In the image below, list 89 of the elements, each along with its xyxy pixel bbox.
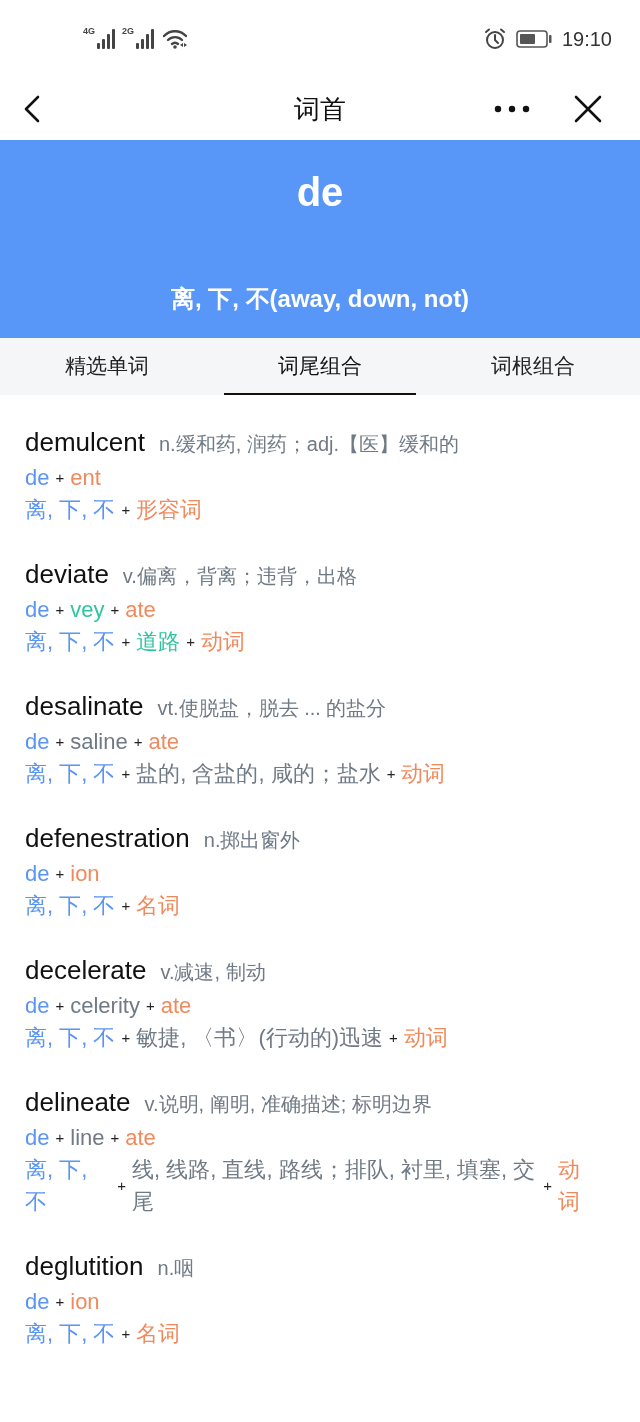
prefix-text: de [25,1288,50,1316]
plus-sign: + [55,996,65,1016]
entry-word: desalinate [25,690,144,723]
prefix-text: de [25,464,50,492]
plus-sign: + [110,1128,120,1148]
entry-word: decelerate [25,954,147,987]
plus-sign: + [55,1292,65,1312]
tab[interactable]: 词尾组合 [224,338,416,395]
entry-word: delineate [25,1086,131,1119]
suffix-meaning: 动词 [401,760,446,788]
word-meaning: 线, 线路, 直线, 路线；排队, 衬里, 填塞, 交尾 [131,1156,537,1216]
entry-word: deviate [25,558,109,591]
entry-definition: n.缓和药, 润药；adj.【医】缓和的 [158,432,459,457]
plus-sign: + [121,764,131,784]
prefix-text: de [25,728,50,756]
plus-sign: + [389,1028,398,1048]
tab[interactable]: 词根组合 [437,338,629,395]
more-icon[interactable] [494,105,530,113]
plus-sign: + [55,1128,65,1148]
prefix-text: de [25,596,50,624]
prefix-meaning: 离, 下, 不 [25,1320,116,1348]
plus-sign: + [121,632,131,652]
plus-sign: + [55,864,65,884]
network-type-label: 2G [122,26,135,36]
entry-definition: n.咽 [157,1256,195,1281]
word-part-text: line [70,1124,105,1152]
suffix-meaning: 形容词 [136,496,203,524]
prefix-meaning: 离, 下, 不 [25,1024,116,1052]
entry-definition: n.掷出窗外 [203,828,301,853]
suffix-text: ent [70,464,101,492]
root-text: vey [70,596,105,624]
root-meaning: 道路 [136,628,181,656]
plus-sign: + [121,1324,131,1344]
prefix-text: de [25,1124,50,1152]
word-part-text: celerity [70,992,140,1020]
prefix-meaning: 离, 下, 不 [25,1156,89,1216]
entry-word: demulcent [25,426,145,459]
back-icon[interactable] [24,95,40,123]
suffix-meaning: 名词 [136,892,181,920]
plus-sign: + [133,732,143,752]
alarm-icon [483,28,506,50]
plus-sign: + [121,896,131,916]
close-icon[interactable] [574,95,602,123]
suffix-text: ate [125,596,156,624]
entry-word: deglutition [25,1250,144,1283]
signal-icon [96,29,116,49]
suffix-text: ate [125,1124,156,1152]
plus-sign: + [110,600,120,620]
suffix-meaning: 动词 [201,628,245,656]
entry-word: defenestration [25,822,190,855]
word-part-text: saline [70,728,128,756]
suffix-meaning: 动词 [558,1156,582,1216]
plus-sign: + [121,1028,131,1048]
plus-sign: + [55,732,65,752]
word-meaning: 盐的, 含盐的, 咸的；盐水 [136,760,381,788]
plus-sign: + [145,996,155,1016]
root-title: de [296,170,344,214]
entry-definition: v.偏离，背离；违背，出格 [122,564,357,589]
plus-sign: + [386,764,396,784]
nav-title: 词首 [294,92,346,126]
entry-definition: v.说明, 阐明, 准确描述; 标明边界 [144,1092,432,1117]
prefix-text: de [25,992,50,1020]
plus-sign: + [543,1176,553,1196]
suffix-text: ate [160,992,192,1020]
plus-sign: + [55,600,65,620]
prefix-meaning: 离, 下, 不 [25,496,116,524]
tab[interactable]: 精选单词 [11,338,203,395]
prefix-meaning: 离, 下, 不 [25,760,116,788]
prefix-meaning: 离, 下, 不 [25,892,116,920]
network-type-label: 4G [83,26,95,36]
root-meaning: 离, 下, 不(away, down, not) [170,284,470,314]
plus-sign: + [186,632,195,652]
entry-definition: vt.使脱盐，脱去 ... 的盐分 [157,696,387,721]
word-meaning: 敏捷, 〈书〉(行动的)迅速 [136,1024,384,1052]
battery-icon [515,30,552,48]
prefix-text: de [25,860,50,888]
suffix-meaning: 动词 [403,1024,448,1052]
plus-sign: + [55,468,65,488]
suffix-text: ion [70,1288,100,1316]
entry-definition: v.减速, 制动 [160,960,266,985]
suffix-text: ion [70,860,100,888]
plus-sign: + [117,1176,126,1196]
suffix-meaning: 名词 [136,1320,181,1348]
suffix-text: ate [148,728,180,756]
status-time: 19:10 [561,27,612,52]
plus-sign: + [121,500,131,520]
prefix-meaning: 离, 下, 不 [25,628,116,656]
wifi-icon [163,29,188,49]
signal-icon [135,29,156,49]
